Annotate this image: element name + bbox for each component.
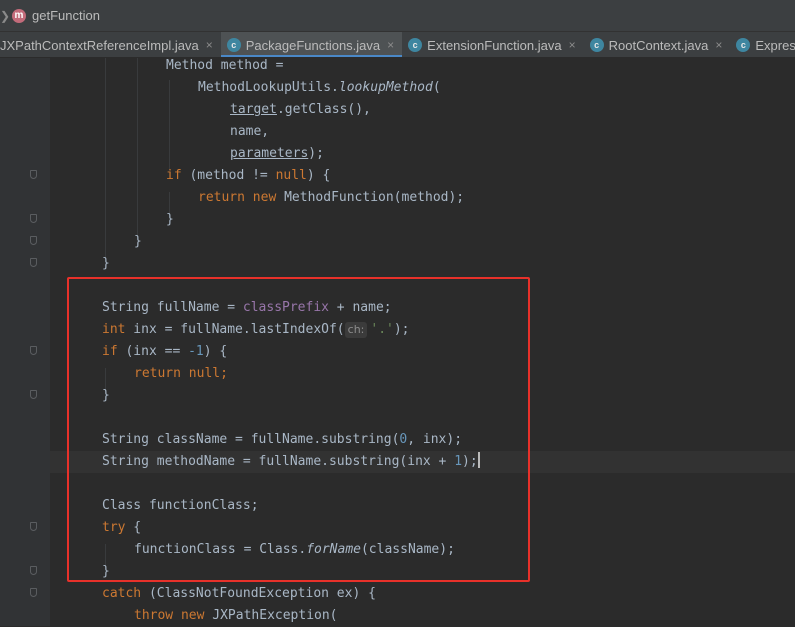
close-icon[interactable]: × xyxy=(715,38,722,52)
class-icon: c xyxy=(226,38,241,52)
indent-guide xyxy=(105,58,106,258)
breadcrumb-method-name[interactable]: getFunction xyxy=(32,8,100,23)
class-icon: c xyxy=(589,38,604,52)
breadcrumb: ❯ m getFunction xyxy=(0,0,795,32)
close-icon[interactable]: × xyxy=(569,38,576,52)
code-line: Method method = xyxy=(166,58,284,73)
indent-guide xyxy=(169,80,170,170)
code-line: } xyxy=(134,234,142,249)
tab-label: PackageFunctions.java xyxy=(245,37,381,53)
code-line: parameters); xyxy=(230,146,324,161)
tab-expression[interactable]: c Expressio xyxy=(730,32,795,57)
tab-label: JXPathContextReferenceImpl.java xyxy=(0,37,199,53)
tab-root-context[interactable]: c RootContext.java × xyxy=(584,32,731,57)
indent-guide xyxy=(137,58,138,236)
code-line: MethodLookupUtils.lookupMethod( xyxy=(198,80,441,95)
code-line: } xyxy=(102,256,110,271)
tab-label: Expressio xyxy=(755,37,795,53)
code-line: catch (ClassNotFoundException ex) { xyxy=(102,586,376,601)
tab-extension-function[interactable]: c ExtensionFunction.java × xyxy=(402,32,583,57)
code-line: target.getClass(), xyxy=(230,102,371,117)
method-icon: m xyxy=(12,8,26,23)
tab-label: ExtensionFunction.java xyxy=(427,37,562,53)
code-line: } xyxy=(166,212,174,227)
close-icon[interactable]: × xyxy=(387,38,394,52)
chevron-right-icon: ❯ xyxy=(0,8,11,23)
class-icon: c xyxy=(408,38,423,52)
highlight-box xyxy=(67,277,530,582)
editor-tab-bar: JXPathContextReferenceImpl.java × c Pack… xyxy=(0,32,795,58)
close-icon[interactable]: × xyxy=(206,38,213,52)
code-line: name, xyxy=(230,124,270,139)
code-line: if (method != null) { xyxy=(166,168,331,183)
code-line: return new MethodFunction(method); xyxy=(198,190,465,205)
code-line: throw new JXPathException( xyxy=(134,608,338,623)
tab-label: RootContext.java xyxy=(608,37,709,53)
class-icon: c xyxy=(736,38,751,52)
